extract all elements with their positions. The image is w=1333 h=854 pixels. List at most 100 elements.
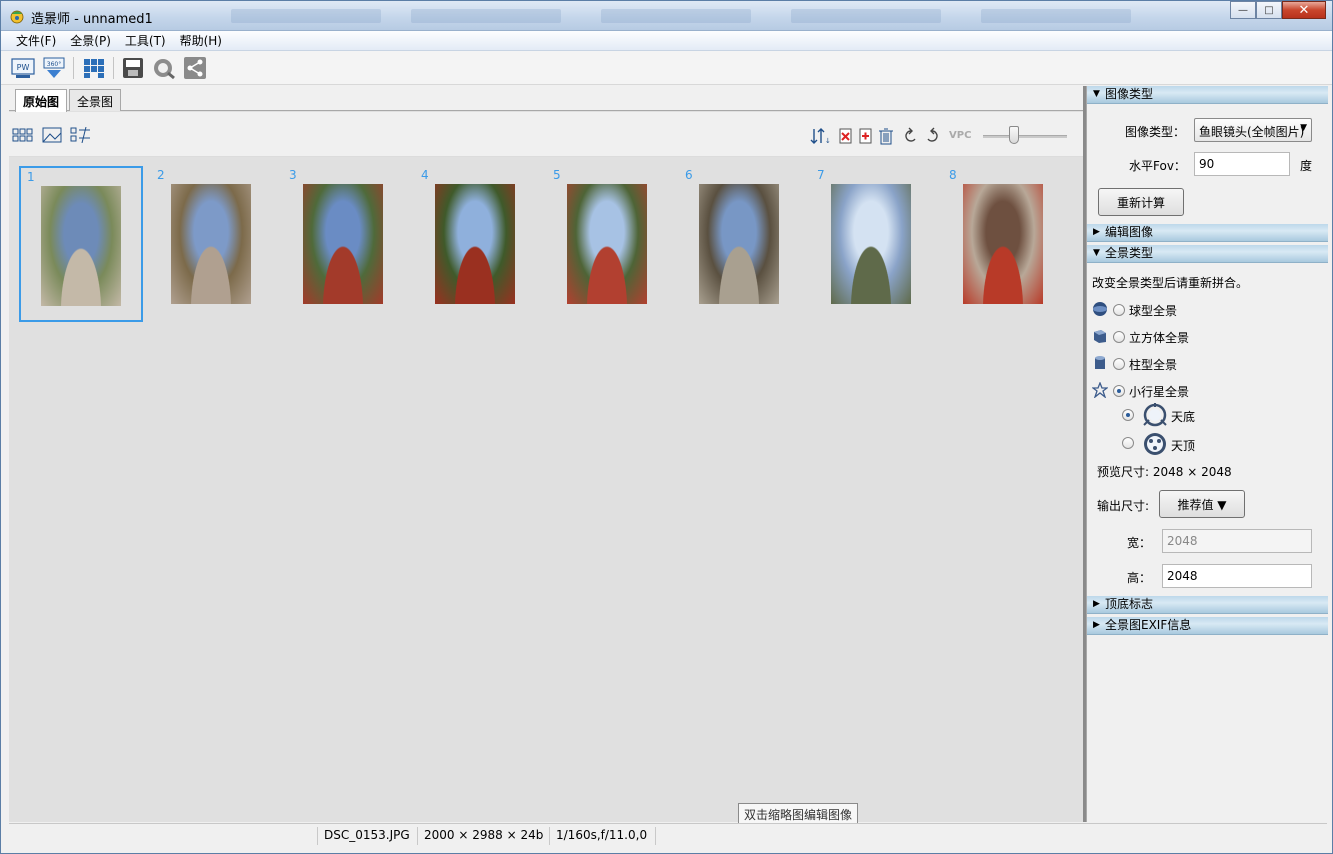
app-logo-icon xyxy=(10,10,24,24)
stitch-button[interactable] xyxy=(81,56,107,80)
section-image-type[interactable]: ▼ 图像类型 xyxy=(1087,86,1328,104)
hfov-input[interactable]: 90 xyxy=(1194,152,1290,176)
b360-label: 360° xyxy=(47,61,61,68)
radio-nadir[interactable] xyxy=(1122,409,1134,421)
height-input[interactable]: 2048 xyxy=(1162,564,1312,588)
publish-pw-button[interactable]: PW xyxy=(10,56,36,80)
thumbnail-image xyxy=(171,184,251,304)
toolbar-separator xyxy=(73,57,74,79)
ghost-tab xyxy=(231,9,381,23)
thumbnail-number: 1 xyxy=(27,170,35,184)
view-detail-button[interactable] xyxy=(69,126,93,144)
section-zenith-marker[interactable]: ▶ 顶底标志 xyxy=(1087,596,1328,614)
add-image-button[interactable] xyxy=(857,126,875,146)
thumbnail-image xyxy=(41,186,121,306)
pano-type-cylinder-label: 柱型全景 xyxy=(1129,358,1178,372)
expand-triangle-icon: ▶ xyxy=(1093,227,1100,237)
menu-bar: 文件(F) 全景(P) 工具(T) 帮助(H) xyxy=(1,31,1332,51)
menu-panorama[interactable]: 全景(P) xyxy=(63,31,118,50)
thumbnail-image xyxy=(963,184,1043,304)
tab-panorama[interactable]: 全景图 xyxy=(69,89,122,111)
preview-size: 预览尺寸: 2048 × 2048 xyxy=(1097,465,1232,479)
width-input[interactable]: 2048 xyxy=(1162,529,1312,553)
save-360-button[interactable] xyxy=(120,56,146,80)
radio-zenith[interactable] xyxy=(1122,437,1134,449)
star-planet-icon xyxy=(1092,382,1108,398)
window-controls: — □ ✕ xyxy=(1230,1,1326,19)
status-empty xyxy=(655,827,687,845)
width-label: 宽： xyxy=(1127,536,1152,550)
thumbnail-number: 6 xyxy=(685,168,693,182)
rotate-left-button[interactable] xyxy=(902,126,920,146)
app-window: 造景师 - unnamed1 — □ ✕ 文件(F) 全景(P) 工具(T) 帮… xyxy=(0,0,1333,854)
section-image-type-title: 图像类型 xyxy=(1105,87,1154,101)
main-toolbar: PW 360° xyxy=(1,51,1332,85)
nadir-planet-icon xyxy=(1143,403,1167,427)
thumbnail-image xyxy=(567,184,647,304)
thumbnail-item[interactable]: 2 xyxy=(151,166,275,322)
image-toolbar: ↓ VPC xyxy=(9,112,1083,157)
radio-sphere[interactable] xyxy=(1113,304,1125,316)
tab-source-images[interactable]: 原始图 xyxy=(15,89,68,112)
menu-help[interactable]: 帮助(H) xyxy=(173,31,229,50)
radio-cylinder[interactable] xyxy=(1113,358,1125,370)
thumbnail-item[interactable]: 5 xyxy=(547,166,671,322)
thumbnail-number: 5 xyxy=(553,168,561,182)
vpc-button[interactable]: VPC xyxy=(949,130,971,141)
save-360-icon xyxy=(123,58,143,78)
pano-type-note: 改变全景类型后请重新拼合。 xyxy=(1092,276,1249,290)
status-dimensions: 2000 × 2988 × 24b xyxy=(417,827,549,845)
section-pano-type[interactable]: ▼ 全景类型 xyxy=(1087,245,1328,263)
thumbnail-number: 4 xyxy=(421,168,429,182)
export-360-button[interactable]: 360° xyxy=(41,56,67,80)
section-edit-image[interactable]: ▶ 编辑图像 xyxy=(1087,224,1328,242)
section-zenith-marker-title: 顶底标志 xyxy=(1105,597,1154,611)
collapse-triangle-icon: ▼ xyxy=(1093,89,1100,99)
output-size-label: 输出尺寸: xyxy=(1097,499,1150,513)
export-360-icon: 360° xyxy=(43,57,65,78)
recommend-size-button[interactable]: 推荐值 ▼ xyxy=(1159,490,1245,518)
view-large-button[interactable] xyxy=(40,126,64,144)
pw-label: PW xyxy=(17,63,30,72)
publish-pw-icon: PW xyxy=(11,58,35,78)
remove-image-button[interactable] xyxy=(837,126,855,146)
menu-tools[interactable]: 工具(T) xyxy=(118,31,173,50)
zoom-slider-track[interactable] xyxy=(983,135,1067,138)
rotate-right-button[interactable] xyxy=(923,126,941,146)
thumbnail-item[interactable]: 1 xyxy=(19,166,143,322)
thumbnail-item[interactable]: 7 xyxy=(811,166,935,322)
image-type-label: 图像类型： xyxy=(1125,125,1186,139)
thumbnail-item[interactable]: 6 xyxy=(679,166,803,322)
expand-triangle-icon: ▶ xyxy=(1093,620,1100,630)
thumbnail-item[interactable]: 3 xyxy=(283,166,407,322)
sphere-icon xyxy=(1093,302,1107,316)
radio-little-planet[interactable] xyxy=(1113,385,1125,397)
close-button[interactable]: ✕ xyxy=(1282,1,1326,19)
zoom-slider-thumb[interactable] xyxy=(1008,126,1019,144)
source-images-pane: 原始图 全景图 ↓ VPC 1 2 3 4 5 6 7 8 xyxy=(9,86,1083,822)
rotate-left-icon xyxy=(905,127,916,142)
menu-file[interactable]: 文件(F) xyxy=(9,31,63,50)
recalculate-button[interactable]: 重新计算 xyxy=(1098,188,1184,216)
minimize-button[interactable]: — xyxy=(1230,1,1256,19)
cube-icon xyxy=(1094,330,1106,343)
image-type-value: 鱼眼镜头(全帧图片) xyxy=(1199,125,1305,139)
search-globe-button[interactable] xyxy=(151,56,177,80)
section-pano-type-title: 全景类型 xyxy=(1105,246,1154,260)
sort-button[interactable]: ↓ xyxy=(809,126,831,146)
trash-button[interactable] xyxy=(877,126,895,146)
view-grid-button[interactable] xyxy=(11,126,35,144)
maximize-button[interactable]: □ xyxy=(1256,1,1282,19)
thumbnail-number: 7 xyxy=(817,168,825,182)
thumbnail-item[interactable]: 4 xyxy=(415,166,539,322)
thumbnail-list: 1 2 3 4 5 6 7 8 xyxy=(9,158,1083,822)
title-bar: 造景师 - unnamed1 — □ ✕ xyxy=(1,1,1332,31)
status-exif: 1/160s,f/11.0,0 xyxy=(549,827,653,845)
image-type-select[interactable]: 鱼眼镜头(全帧图片) ▼ xyxy=(1194,118,1312,142)
ghost-tab xyxy=(601,9,751,23)
svg-text:↓: ↓ xyxy=(825,137,831,145)
section-exif[interactable]: ▶ 全景图EXIF信息 xyxy=(1087,617,1328,635)
radio-cube[interactable] xyxy=(1113,331,1125,343)
thumbnail-item[interactable]: 8 xyxy=(943,166,1067,322)
share-button[interactable] xyxy=(182,56,208,80)
